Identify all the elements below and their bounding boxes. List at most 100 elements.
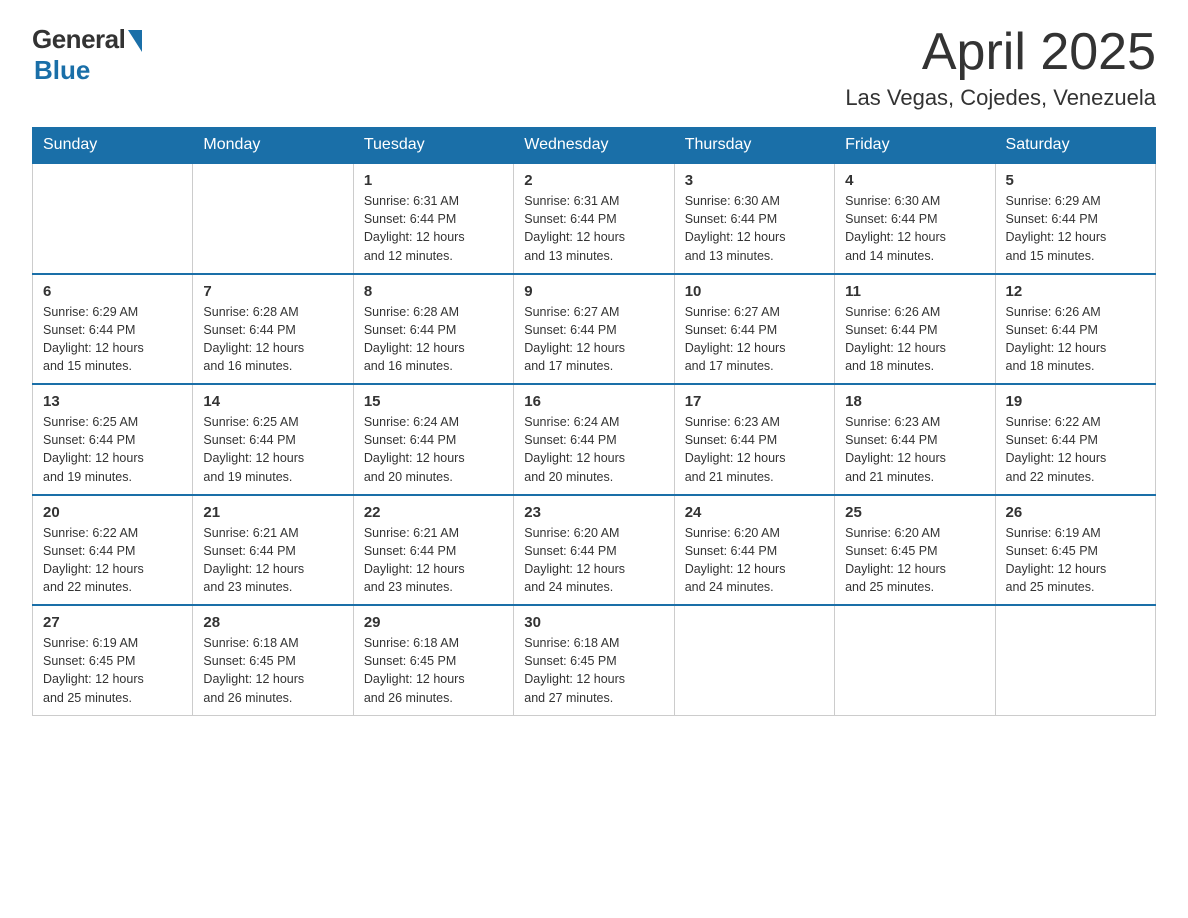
day-info-12: Sunrise: 6:26 AM Sunset: 6:44 PM Dayligh… bbox=[1006, 303, 1145, 376]
day-number-30: 30 bbox=[524, 614, 663, 631]
day-info-30: Sunrise: 6:18 AM Sunset: 6:45 PM Dayligh… bbox=[524, 634, 663, 707]
day-cell-15: 15Sunrise: 6:24 AM Sunset: 6:44 PM Dayli… bbox=[353, 384, 513, 495]
day-cell-16: 16Sunrise: 6:24 AM Sunset: 6:44 PM Dayli… bbox=[514, 384, 674, 495]
logo-general-text: General bbox=[32, 24, 125, 55]
day-cell-28: 28 Sunrise: 6:18 AM Sunset: 6:45 PM Dayli… bbox=[193, 605, 353, 715]
day-info-27: Sunrise: 6:19 AM Sunset: 6:45 PM Dayligh… bbox=[43, 634, 182, 707]
day-info-11: Sunrise: 6:26 AM Sunset: 6:44 PM Dayligh… bbox=[845, 303, 984, 376]
day-info-26: Sunrise: 6:19 AM Sunset: 6:45 PM Dayligh… bbox=[1006, 524, 1145, 597]
day-number-23: 23 bbox=[524, 504, 663, 521]
logo-blue-text: Blue bbox=[34, 55, 90, 86]
day-number-3: 3 bbox=[685, 172, 824, 189]
empty-cell bbox=[995, 605, 1155, 715]
day-number-19: 19 bbox=[1006, 393, 1145, 410]
day-cell-1: 1 Sunrise: 6:31 AM Sunset: 6:44 PM Daylig… bbox=[353, 163, 513, 274]
day-info-19: Sunrise: 6:22 AM Sunset: 6:44 PM Dayligh… bbox=[1006, 413, 1145, 486]
day-number-11: 11 bbox=[845, 283, 984, 300]
day-info-7: Sunrise: 6:28 AM Sunset: 6:44 PM Dayligh… bbox=[203, 303, 342, 376]
month-title: April 2025 bbox=[845, 24, 1156, 81]
day-number-4: 4 bbox=[845, 172, 984, 189]
day-number-27: 27 bbox=[43, 614, 182, 631]
day-info-5: Sunrise: 6:29 AM Sunset: 6:44 PM Dayligh… bbox=[1006, 192, 1145, 265]
day-cell-4: 4 Sunrise: 6:30 AM Sunset: 6:44 PM Daylig… bbox=[835, 163, 995, 274]
day-cell-6: 6Sunrise: 6:29 AM Sunset: 6:44 PM Daylig… bbox=[33, 274, 193, 385]
day-cell-9: 9 Sunrise: 6:27 AM Sunset: 6:44 PM Daylig… bbox=[514, 274, 674, 385]
day-cell-5: 5 Sunrise: 6:29 AM Sunset: 6:44 PM Daylig… bbox=[995, 163, 1155, 274]
day-cell-19: 19 Sunrise: 6:22 AM Sunset: 6:44 PM Dayli… bbox=[995, 384, 1155, 495]
day-cell-11: 11 Sunrise: 6:26 AM Sunset: 6:44 PM Dayli… bbox=[835, 274, 995, 385]
day-info-25: Sunrise: 6:20 AM Sunset: 6:45 PM Dayligh… bbox=[845, 524, 984, 597]
day-number-6: 6 bbox=[43, 283, 182, 300]
empty-cell bbox=[835, 605, 995, 715]
day-number-14: 14 bbox=[203, 393, 342, 410]
day-info-13: Sunrise: 6:25 AM Sunset: 6:44 PM Dayligh… bbox=[43, 413, 182, 486]
day-cell-18: 18 Sunrise: 6:23 AM Sunset: 6:44 PM Dayli… bbox=[835, 384, 995, 495]
day-info-9: Sunrise: 6:27 AM Sunset: 6:44 PM Dayligh… bbox=[524, 303, 663, 376]
day-cell-27: 27 Sunrise: 6:19 AM Sunset: 6:45 PM Dayli… bbox=[33, 605, 193, 715]
day-cell-3: 3 Sunrise: 6:30 AM Sunset: 6:44 PM Daylig… bbox=[674, 163, 834, 274]
day-info-22: Sunrise: 6:21 AM Sunset: 6:44 PM Dayligh… bbox=[364, 524, 503, 597]
day-info-8: Sunrise: 6:28 AM Sunset: 6:44 PM Dayligh… bbox=[364, 303, 503, 376]
day-number-26: 26 bbox=[1006, 504, 1145, 521]
day-cell-30: 30 Sunrise: 6:18 AM Sunset: 6:45 PM Dayli… bbox=[514, 605, 674, 715]
day-cell-29: 29Sunrise: 6:18 AM Sunset: 6:45 PM Dayli… bbox=[353, 605, 513, 715]
day-cell-24: 24Sunrise: 6:20 AM Sunset: 6:44 PM Dayli… bbox=[674, 495, 834, 606]
header-wednesday: Wednesday bbox=[514, 128, 674, 164]
header-friday: Friday bbox=[835, 128, 995, 164]
day-cell-17: 17Sunrise: 6:23 AM Sunset: 6:44 PM Dayli… bbox=[674, 384, 834, 495]
logo-triangle-icon bbox=[128, 30, 142, 52]
day-info-21: Sunrise: 6:21 AM Sunset: 6:44 PM Dayligh… bbox=[203, 524, 342, 597]
day-number-8: 8 bbox=[364, 283, 503, 300]
calendar-header-row: SundayMondayTuesdayWednesdayThursdayFrid… bbox=[33, 128, 1156, 164]
day-number-5: 5 bbox=[1006, 172, 1145, 189]
day-info-23: Sunrise: 6:20 AM Sunset: 6:44 PM Dayligh… bbox=[524, 524, 663, 597]
empty-cell bbox=[33, 163, 193, 274]
day-cell-12: 12 Sunrise: 6:26 AM Sunset: 6:44 PM Dayli… bbox=[995, 274, 1155, 385]
title-section: April 2025 Las Vegas, Cojedes, Venezuela bbox=[845, 24, 1156, 111]
page-header: General Blue April 2025 Las Vegas, Cojed… bbox=[32, 24, 1156, 111]
week-row-4: 20 Sunrise: 6:22 AM Sunset: 6:44 PM Dayli… bbox=[33, 495, 1156, 606]
day-info-10: Sunrise: 6:27 AM Sunset: 6:44 PM Dayligh… bbox=[685, 303, 824, 376]
day-number-13: 13 bbox=[43, 393, 182, 410]
calendar-table: SundayMondayTuesdayWednesdayThursdayFrid… bbox=[32, 127, 1156, 716]
day-cell-8: 8 Sunrise: 6:28 AM Sunset: 6:44 PM Daylig… bbox=[353, 274, 513, 385]
day-number-18: 18 bbox=[845, 393, 984, 410]
day-cell-2: 2Sunrise: 6:31 AM Sunset: 6:44 PM Daylig… bbox=[514, 163, 674, 274]
day-number-2: 2 bbox=[524, 172, 663, 189]
empty-cell bbox=[193, 163, 353, 274]
day-cell-10: 10Sunrise: 6:27 AM Sunset: 6:44 PM Dayli… bbox=[674, 274, 834, 385]
day-info-15: Sunrise: 6:24 AM Sunset: 6:44 PM Dayligh… bbox=[364, 413, 503, 486]
day-cell-13: 13 Sunrise: 6:25 AM Sunset: 6:44 PM Dayli… bbox=[33, 384, 193, 495]
day-cell-26: 26 Sunrise: 6:19 AM Sunset: 6:45 PM Dayli… bbox=[995, 495, 1155, 606]
day-cell-22: 22Sunrise: 6:21 AM Sunset: 6:44 PM Dayli… bbox=[353, 495, 513, 606]
header-thursday: Thursday bbox=[674, 128, 834, 164]
day-cell-14: 14Sunrise: 6:25 AM Sunset: 6:44 PM Dayli… bbox=[193, 384, 353, 495]
header-saturday: Saturday bbox=[995, 128, 1155, 164]
day-info-16: Sunrise: 6:24 AM Sunset: 6:44 PM Dayligh… bbox=[524, 413, 663, 486]
day-info-4: Sunrise: 6:30 AM Sunset: 6:44 PM Dayligh… bbox=[845, 192, 984, 265]
day-number-20: 20 bbox=[43, 504, 182, 521]
day-number-9: 9 bbox=[524, 283, 663, 300]
day-info-1: Sunrise: 6:31 AM Sunset: 6:44 PM Dayligh… bbox=[364, 192, 503, 265]
day-number-28: 28 bbox=[203, 614, 342, 631]
week-row-5: 27 Sunrise: 6:19 AM Sunset: 6:45 PM Dayli… bbox=[33, 605, 1156, 715]
day-number-1: 1 bbox=[364, 172, 503, 189]
day-info-20: Sunrise: 6:22 AM Sunset: 6:44 PM Dayligh… bbox=[43, 524, 182, 597]
day-cell-7: 7Sunrise: 6:28 AM Sunset: 6:44 PM Daylig… bbox=[193, 274, 353, 385]
week-row-1: 1 Sunrise: 6:31 AM Sunset: 6:44 PM Daylig… bbox=[33, 163, 1156, 274]
day-info-18: Sunrise: 6:23 AM Sunset: 6:44 PM Dayligh… bbox=[845, 413, 984, 486]
week-row-2: 6Sunrise: 6:29 AM Sunset: 6:44 PM Daylig… bbox=[33, 274, 1156, 385]
day-cell-20: 20 Sunrise: 6:22 AM Sunset: 6:44 PM Dayli… bbox=[33, 495, 193, 606]
day-info-28: Sunrise: 6:18 AM Sunset: 6:45 PM Dayligh… bbox=[203, 634, 342, 707]
day-number-17: 17 bbox=[685, 393, 824, 410]
logo: General Blue bbox=[32, 24, 142, 86]
week-row-3: 13 Sunrise: 6:25 AM Sunset: 6:44 PM Dayli… bbox=[33, 384, 1156, 495]
empty-cell bbox=[674, 605, 834, 715]
header-tuesday: Tuesday bbox=[353, 128, 513, 164]
day-number-29: 29 bbox=[364, 614, 503, 631]
day-number-25: 25 bbox=[845, 504, 984, 521]
day-info-3: Sunrise: 6:30 AM Sunset: 6:44 PM Dayligh… bbox=[685, 192, 824, 265]
day-number-21: 21 bbox=[203, 504, 342, 521]
day-number-12: 12 bbox=[1006, 283, 1145, 300]
day-info-24: Sunrise: 6:20 AM Sunset: 6:44 PM Dayligh… bbox=[685, 524, 824, 597]
